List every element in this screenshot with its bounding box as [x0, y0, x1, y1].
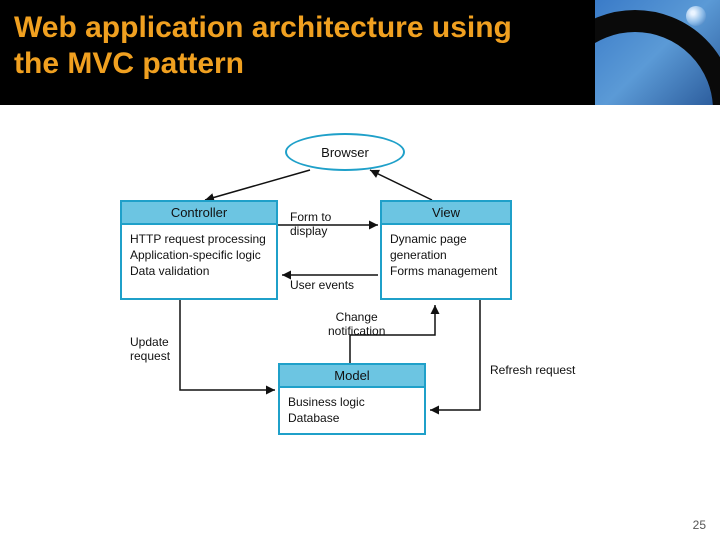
- label-refresh-request: Refresh request: [490, 363, 575, 377]
- label-update-request: Update request: [130, 335, 170, 364]
- slide-header: Web application architecture using the M…: [0, 0, 720, 105]
- label-user-events: User events: [290, 278, 354, 292]
- view-box: View Dynamic page generation Forms manag…: [380, 200, 512, 300]
- model-body: Business logic Database: [280, 388, 424, 432]
- header-image: [595, 0, 720, 105]
- model-box: Model Business logic Database: [278, 363, 426, 435]
- browser-node: Browser: [285, 133, 405, 171]
- model-title: Model: [280, 365, 424, 388]
- mvc-diagram: Browser Controller HTTP request processi…: [0, 115, 720, 515]
- view-body: Dynamic page generation Forms management: [382, 225, 510, 286]
- controller-title: Controller: [122, 202, 276, 225]
- label-change-notification: Change notification: [328, 310, 385, 339]
- controller-box: Controller HTTP request processing Appli…: [120, 200, 278, 300]
- label-form-to-display: Form to display: [290, 210, 331, 239]
- water-drop-icon: [686, 6, 706, 26]
- view-title: View: [382, 202, 510, 225]
- browser-label: Browser: [321, 145, 369, 160]
- slide-title: Web application architecture using the M…: [0, 0, 560, 82]
- page-number: 25: [693, 518, 706, 532]
- controller-body: HTTP request processing Application-spec…: [122, 225, 276, 286]
